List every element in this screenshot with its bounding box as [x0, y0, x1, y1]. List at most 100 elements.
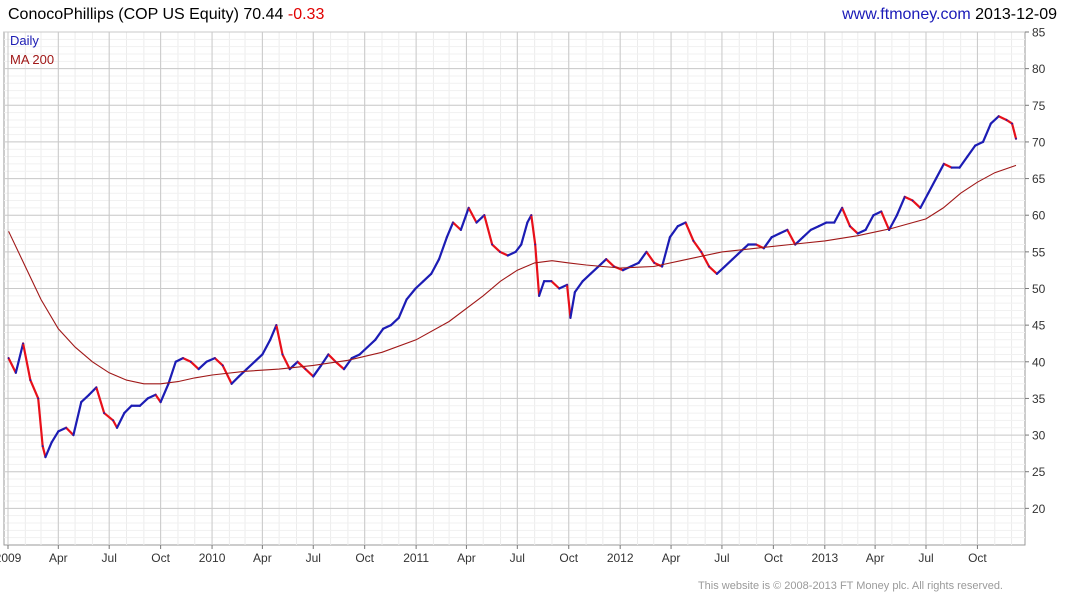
y-tick-label: 65: [1032, 172, 1046, 186]
price-point: [896, 214, 898, 217]
legend-item: MA 200: [10, 52, 54, 67]
price-point: [903, 195, 906, 198]
y-tick-label: 75: [1032, 99, 1046, 113]
price-point: [103, 412, 106, 414]
price-point: [343, 368, 345, 371]
price-point: [997, 115, 1000, 118]
x-tick-label: 2009: [0, 551, 22, 565]
price-point: [491, 243, 494, 246]
price-point: [1005, 119, 1008, 121]
price-point: [506, 254, 509, 257]
price-point: [116, 426, 118, 429]
price-point: [530, 214, 533, 217]
price-point: [154, 393, 157, 396]
price-point: [723, 265, 726, 268]
x-tick-label: Oct: [968, 551, 987, 565]
price-point: [958, 166, 961, 169]
price-point: [747, 243, 750, 246]
price-point: [755, 243, 757, 246]
price-point: [269, 338, 272, 341]
price-point: [942, 163, 945, 165]
x-tick-label: Jul: [714, 551, 729, 565]
price-chart: 20 25 30 35 40 45 50 55 60 65 70 75 80 85 2009 Apr Jul Oc…: [0, 26, 1046, 566]
price-point: [159, 401, 162, 403]
price-point: [966, 155, 969, 158]
price-point: [29, 379, 32, 382]
x-tick-label: Apr: [49, 551, 68, 565]
x-tick-label: 2011: [403, 551, 429, 565]
x-tick-label: Apr: [866, 551, 885, 565]
y-tick-label: 50: [1032, 282, 1046, 296]
price-point: [445, 236, 448, 239]
price-point: [95, 386, 98, 389]
price-point: [467, 206, 470, 209]
price-point: [645, 250, 648, 253]
price-point: [692, 239, 695, 242]
x-tick-label: Jul: [510, 551, 525, 565]
price-point: [526, 221, 529, 224]
price-point: [221, 364, 224, 367]
y-tick-label: 25: [1032, 465, 1046, 479]
price-point: [911, 199, 914, 202]
price-point: [22, 342, 24, 345]
price-point: [123, 412, 126, 414]
price-point: [676, 225, 679, 228]
price-point: [281, 353, 284, 356]
price-point: [700, 250, 703, 253]
legend-item: Daily: [10, 33, 39, 48]
price-point: [422, 280, 425, 283]
price-point: [558, 287, 561, 290]
price-point: [534, 243, 537, 246]
price-point: [253, 360, 256, 363]
price-point: [1015, 137, 1017, 140]
x-tick-label: Apr: [253, 551, 272, 565]
price-point: [37, 397, 40, 400]
price-point: [872, 214, 875, 217]
price-point: [312, 375, 315, 378]
price-point: [622, 269, 624, 272]
price-point: [550, 280, 553, 283]
x-tick-label: Apr: [662, 551, 681, 565]
price-point: [397, 316, 400, 319]
price-point: [366, 346, 369, 349]
y-tick-label: 85: [1032, 26, 1046, 40]
y-tick-label: 30: [1032, 429, 1046, 443]
price-point: [825, 221, 828, 224]
price-point: [841, 206, 844, 209]
price-point: [927, 192, 930, 195]
price-point: [520, 243, 523, 246]
price-point: [715, 272, 718, 275]
price-point: [786, 228, 789, 231]
price-point: [189, 360, 192, 363]
price-point: [708, 265, 710, 268]
price-point: [112, 419, 115, 422]
price-point: [245, 368, 248, 371]
price-point: [499, 250, 501, 253]
y-tick-label: 20: [1032, 502, 1046, 516]
price-point: [57, 430, 60, 433]
x-tick-label: Oct: [355, 551, 374, 565]
price-point: [589, 272, 592, 275]
x-tick-label: 2013: [811, 551, 838, 565]
price-point: [770, 236, 773, 239]
x-tick-label: Jul: [102, 551, 117, 565]
price-point: [653, 261, 656, 264]
y-tick-label: 40: [1032, 355, 1046, 369]
x-tick-label: Oct: [559, 551, 578, 565]
price-point: [452, 221, 454, 224]
price-point: [237, 375, 240, 378]
price-point: [139, 404, 141, 407]
price-point: [739, 250, 742, 253]
price-point: [856, 232, 859, 235]
price-point: [41, 445, 44, 447]
price-point: [438, 258, 440, 261]
price-point: [989, 122, 992, 125]
price-point: [566, 283, 568, 286]
price-point: [935, 177, 937, 180]
price-point: [864, 228, 867, 231]
copyright-notice: This website is © 2008-2013 FT Money plc…: [697, 580, 1003, 592]
price-point: [230, 382, 233, 385]
price-point: [809, 228, 812, 231]
price-point: [14, 371, 17, 374]
price-point: [72, 434, 75, 436]
